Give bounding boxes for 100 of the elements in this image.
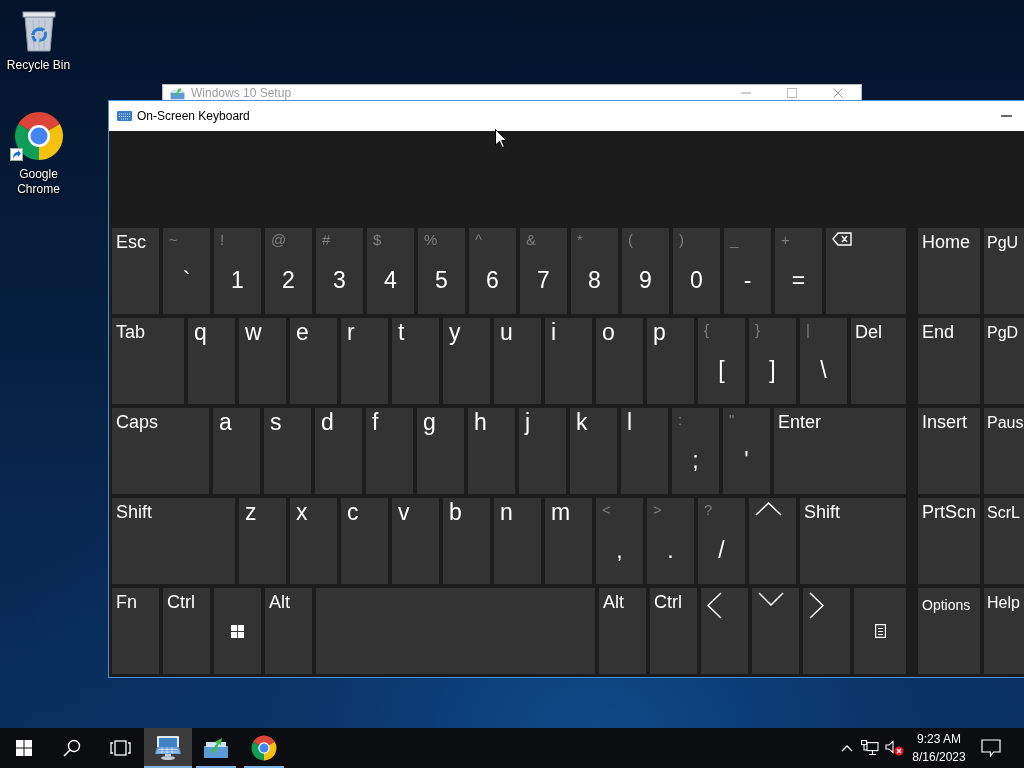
keyboard-key[interactable]: ) 0 xyxy=(673,228,720,314)
keyboard-key[interactable]: Del xyxy=(851,318,906,404)
chrome-icon xyxy=(251,735,277,761)
clock-time[interactable]: 9:23 AM xyxy=(917,730,961,748)
keyboard-key[interactable]: Tab xyxy=(112,318,184,404)
keyboard-key[interactable]: # 3 xyxy=(316,228,363,314)
keyboard-key[interactable]: m xyxy=(545,498,592,584)
keyboard-key[interactable]: @ 2 xyxy=(265,228,312,314)
keyboard-key[interactable]: l xyxy=(621,408,668,494)
keyboard-key[interactable]: Insert xyxy=(918,408,980,494)
keyboard-key[interactable]: w xyxy=(239,318,286,404)
keyboard-key[interactable]: PgD xyxy=(984,318,1024,404)
keyboard-key[interactable]: k xyxy=(570,408,617,494)
keyboard-key[interactable]: f xyxy=(366,408,413,494)
keyboard-key[interactable]: j xyxy=(519,408,566,494)
shift-character: @ xyxy=(270,230,287,249)
keyboard-key[interactable]: c xyxy=(341,498,388,584)
keyboard-key[interactable]: i xyxy=(545,318,592,404)
keyboard-key[interactable]: a xyxy=(213,408,260,494)
keyboard-key[interactable]: y xyxy=(443,318,490,404)
keyboard-key[interactable]: t xyxy=(392,318,439,404)
installer-icon xyxy=(170,86,185,100)
keyboard-key[interactable]: } ] xyxy=(749,318,796,404)
keyboard-monitor-icon xyxy=(154,735,182,761)
windows-logo-icon xyxy=(231,624,244,638)
keyboard-key[interactable]: z xyxy=(239,498,286,584)
caret-up-icon xyxy=(841,744,853,752)
minimize-icon xyxy=(741,92,751,94)
keyboard-key[interactable]: Ctrl xyxy=(650,588,697,674)
keyboard-key[interactable]: PgU xyxy=(984,228,1024,314)
clock-date[interactable]: 8/16/2023 xyxy=(912,748,966,766)
shift-character: $ xyxy=(372,230,382,249)
keyboard-key[interactable]: : ; xyxy=(672,408,719,494)
keyboard-key[interactable]: _ - xyxy=(724,228,771,314)
taskbar-app-button[interactable] xyxy=(144,728,192,768)
shift-character: < xyxy=(601,500,611,519)
keyboard-key[interactable]: ( 9 xyxy=(622,228,669,314)
keyboard-key[interactable]: Shift xyxy=(112,498,235,584)
keyboard-key[interactable]: Alt xyxy=(599,588,646,674)
keyboard-key[interactable]: n xyxy=(494,498,541,584)
chevron-left-icon xyxy=(707,592,722,619)
keyboard-key[interactable]: % 5 xyxy=(418,228,465,314)
keyboard-key[interactable]: Ctrl xyxy=(163,588,210,674)
shift-character: ! xyxy=(219,230,225,249)
keyboard-key[interactable]: Fn xyxy=(112,588,159,674)
keyboard-key[interactable]: u xyxy=(494,318,541,404)
keyboard-key[interactable]: $ 4 xyxy=(367,228,414,314)
shift-character: " xyxy=(728,410,735,429)
keyboard-key[interactable]: q xyxy=(188,318,235,404)
shift-character: ( xyxy=(627,230,633,249)
installer-icon xyxy=(203,737,229,759)
keyboard-key[interactable]: x xyxy=(290,498,337,584)
keyboard-key[interactable]: r xyxy=(341,318,388,404)
keyboard-key[interactable]: Enter xyxy=(774,408,906,494)
keyboard-key[interactable]: + = xyxy=(775,228,822,314)
chrome-icon[interactable] xyxy=(13,111,64,161)
keyboard-key[interactable]: ! 1 xyxy=(214,228,261,314)
desktop-icon-label[interactable]: Google Chrome xyxy=(2,167,75,197)
keyboard-key[interactable]: h xyxy=(468,408,515,494)
keyboard-key[interactable]: Paus xyxy=(984,408,1024,494)
shift-character: | xyxy=(805,320,810,339)
desktop-icon-label[interactable]: Recycle Bin xyxy=(6,58,71,73)
keyboard-key[interactable]: g xyxy=(417,408,464,494)
keyboard-key[interactable]: Help xyxy=(984,588,1024,674)
shift-character: > xyxy=(652,500,662,519)
shift-character: _ xyxy=(728,230,739,249)
keyboard-key[interactable]: Shift xyxy=(800,498,906,584)
keyboard-key[interactable]: End xyxy=(918,318,980,404)
keyboard-key[interactable]: Caps xyxy=(112,408,209,494)
shift-character: + xyxy=(780,230,790,249)
keyboard-key[interactable]: ~ ` xyxy=(163,228,210,314)
window-title: On-Screen Keyboard xyxy=(137,109,250,123)
keyboard-key[interactable]: Home xyxy=(918,228,980,314)
shift-character: : xyxy=(677,410,683,429)
minimize-icon xyxy=(1000,115,1012,117)
keyboard-key[interactable]: ? / xyxy=(698,498,745,584)
keyboard-key[interactable]: > . xyxy=(647,498,694,584)
keyboard-key[interactable]: s xyxy=(264,408,311,494)
keyboard-key[interactable]: & 7 xyxy=(520,228,567,314)
keyboard-key[interactable]: ScrL xyxy=(984,498,1024,584)
keyboard-key[interactable]: " ' xyxy=(723,408,770,494)
keyboard-key[interactable]: Esc xyxy=(112,228,159,314)
keyboard-key[interactable]: e xyxy=(290,318,337,404)
keyboard-key[interactable]: v xyxy=(392,498,439,584)
keyboard-key[interactable]: Options xyxy=(918,588,980,674)
keyboard-key[interactable] xyxy=(214,588,261,674)
keyboard-key[interactable]: * 8 xyxy=(571,228,618,314)
keyboard-key[interactable]: PrtScn xyxy=(918,498,980,584)
shift-character: } xyxy=(754,320,760,339)
keyboard-key[interactable]: | \ xyxy=(800,318,847,404)
keyboard-key[interactable]: d xyxy=(315,408,362,494)
keyboard-key[interactable]: < , xyxy=(596,498,643,584)
keyboard-key[interactable]: { [ xyxy=(698,318,745,404)
keyboard-key[interactable]: ^ 6 xyxy=(469,228,516,314)
keyboard-key[interactable]: Alt xyxy=(265,588,312,674)
keyboard-key[interactable]: p xyxy=(647,318,694,404)
keyboard-key[interactable]: o xyxy=(596,318,643,404)
shift-character: ^ xyxy=(474,230,483,249)
keyboard-key[interactable]: b xyxy=(443,498,490,584)
backspace-icon xyxy=(832,232,852,246)
